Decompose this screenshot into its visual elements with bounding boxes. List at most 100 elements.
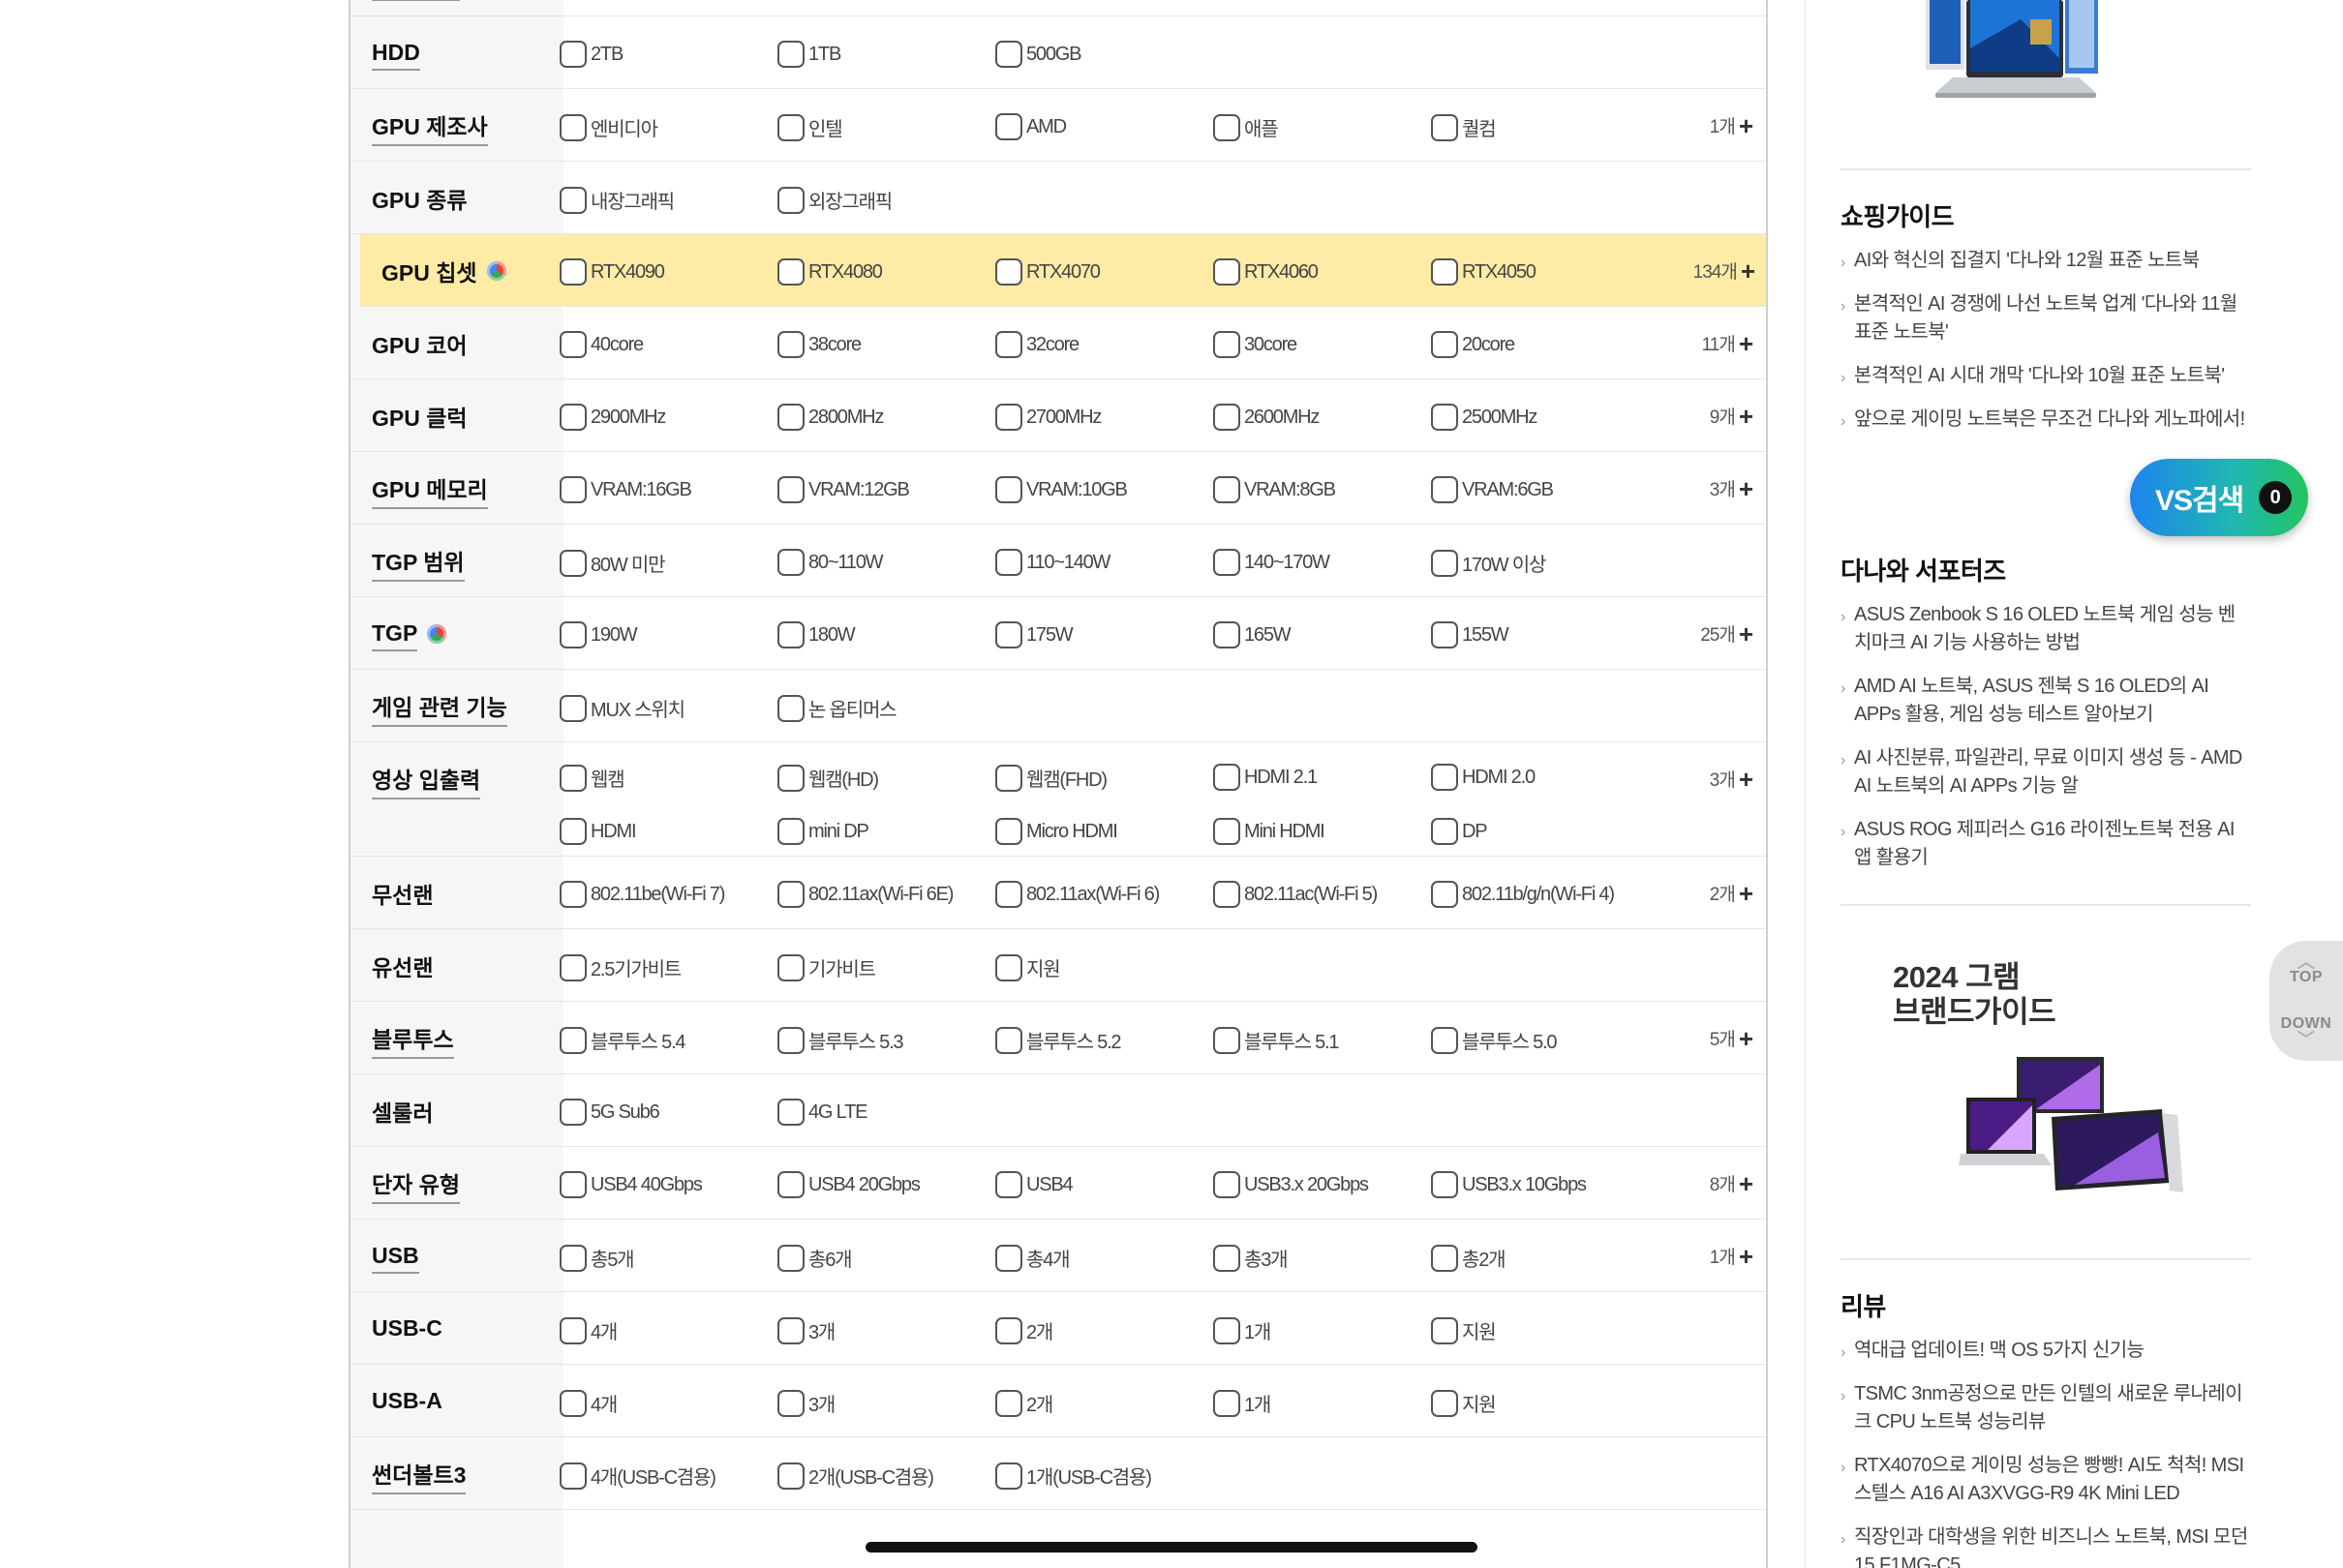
filter-option[interactable]: VRAM:10GB	[995, 476, 1128, 503]
checkbox[interactable]	[995, 1316, 1022, 1344]
checkbox[interactable]	[1213, 764, 1240, 791]
filter-option[interactable]: 웹캠	[560, 764, 625, 792]
filter-option[interactable]: 엔비디아	[560, 113, 658, 141]
article-link[interactable]: › AMD AI 노트북, ASUS 젠북 S 16 OLED의 AI APPs …	[1841, 673, 2251, 729]
checkbox[interactable]	[560, 113, 587, 141]
more-options-button[interactable]: 9개 +	[1710, 379, 1753, 452]
article-link[interactable]: › AI와 혁신의 집결지 '다나와 12월 표준 노트북	[1841, 247, 2251, 275]
filter-option[interactable]: 2800MHz	[777, 404, 884, 431]
checkbox[interactable]	[777, 621, 805, 648]
scroll-down-button[interactable]: DOWN ﹀	[2269, 1001, 2343, 1061]
filter-label[interactable]: TGP 범위	[372, 525, 465, 597]
checkbox[interactable]	[995, 881, 1022, 908]
filter-option[interactable]: Mini HDMI	[1213, 818, 1325, 845]
filter-option[interactable]: 165W	[1213, 621, 1292, 648]
filter-option[interactable]: 30core	[1213, 331, 1297, 358]
article-link[interactable]: › ASUS ROG 제피러스 G16 라이젠노트북 전용 AI 앱 활용기	[1841, 816, 2251, 872]
checkbox[interactable]	[995, 113, 1022, 140]
checkbox[interactable]	[777, 331, 805, 358]
filter-option[interactable]: 80~110W	[777, 549, 884, 576]
more-options-button[interactable]: 3개 +	[1710, 742, 1753, 815]
checkbox[interactable]	[777, 953, 805, 981]
more-options-button[interactable]: 134개 +	[1693, 234, 1755, 307]
checkbox[interactable]	[777, 1026, 805, 1054]
checkbox[interactable]	[1431, 621, 1458, 648]
filter-label[interactable]: 블루투스	[372, 1002, 454, 1074]
filter-label[interactable]: 저장 슬롯	[372, 0, 461, 16]
filter-option[interactable]: 155W	[1431, 621, 1509, 648]
checkbox[interactable]	[1431, 881, 1458, 908]
filter-option[interactable]: 802.11ax(Wi-Fi 6E)	[777, 881, 954, 908]
filter-option[interactable]: 인텔	[777, 113, 843, 141]
checkbox[interactable]	[777, 818, 805, 845]
brand-guide-banner[interactable]: 2024 그램 브랜드가이드	[1841, 920, 2251, 1239]
checkbox[interactable]	[1213, 476, 1240, 503]
checkbox[interactable]	[560, 41, 587, 68]
filter-option[interactable]: 802.11be(Wi-Fi 7)	[560, 881, 725, 908]
checkbox[interactable]	[995, 621, 1022, 648]
filter-option[interactable]: 지원	[995, 953, 1061, 981]
filter-option[interactable]: 블루투스 5.2	[995, 1026, 1122, 1054]
checkbox[interactable]	[560, 1244, 587, 1272]
filter-option[interactable]: 웹캠(FHD)	[995, 764, 1108, 792]
article-link[interactable]: › 본격적인 AI 시대 개막 '다나와 10월 표준 노트북'	[1841, 362, 2251, 390]
more-options-button[interactable]: 11개 +	[1702, 307, 1753, 379]
checkbox[interactable]	[560, 1316, 587, 1344]
filter-option[interactable]: RTX4060	[1213, 258, 1319, 286]
checkbox[interactable]	[1431, 404, 1458, 431]
filter-option[interactable]: 퀄컴	[1431, 113, 1497, 141]
article-link[interactable]: › AI 사진분류, 파일관리, 무료 이미지 생성 등 - AMD AI 노트북…	[1841, 744, 2251, 800]
filter-option[interactable]: 170W 이상	[1431, 549, 1546, 577]
filter-option[interactable]: 총3개	[1213, 1244, 1289, 1272]
checkbox[interactable]	[1431, 331, 1458, 358]
checkbox[interactable]	[995, 258, 1022, 286]
checkbox[interactable]	[777, 404, 805, 431]
checkbox[interactable]	[560, 953, 587, 981]
filter-label[interactable]: GPU 제조사	[372, 89, 488, 162]
filter-option[interactable]: RTX4070	[995, 258, 1101, 286]
checkbox[interactable]	[1213, 1026, 1240, 1054]
filter-option[interactable]: 총2개	[1431, 1244, 1506, 1272]
checkbox[interactable]	[560, 694, 587, 722]
checkbox[interactable]	[1431, 476, 1458, 503]
filter-option[interactable]: 802.11ax(Wi-Fi 6)	[995, 881, 1160, 908]
checkbox[interactable]	[560, 881, 587, 908]
checkbox[interactable]	[1213, 1389, 1240, 1417]
checkbox[interactable]	[560, 764, 587, 792]
more-options-button[interactable]: 2개 +	[1710, 857, 1753, 929]
checkbox[interactable]	[1213, 549, 1240, 576]
filter-option[interactable]: 190W	[560, 621, 638, 648]
filter-option[interactable]: RTX4050	[1431, 258, 1537, 286]
checkbox[interactable]	[777, 41, 805, 68]
checkbox[interactable]	[1431, 1244, 1458, 1272]
checkbox[interactable]	[995, 331, 1022, 358]
checkbox[interactable]	[995, 549, 1022, 576]
checkbox[interactable]	[1213, 1171, 1240, 1198]
checkbox[interactable]	[995, 953, 1022, 981]
checkbox[interactable]	[995, 1171, 1022, 1198]
filter-option[interactable]: 지원	[1431, 1389, 1497, 1417]
filter-option[interactable]: VRAM:8GB	[1213, 476, 1336, 503]
filter-label[interactable]: TGP	[372, 597, 447, 670]
filter-option[interactable]: RTX4080	[777, 258, 883, 286]
checkbox[interactable]	[560, 1389, 587, 1417]
filter-option[interactable]: 2500MHz	[1431, 404, 1537, 431]
checkbox[interactable]	[1213, 1244, 1240, 1272]
filter-option[interactable]: 블루투스 5.3	[777, 1026, 904, 1054]
article-link[interactable]: › 직장인과 대학생을 위한 비즈니스 노트북, MSI 모던 15 F1MG-C…	[1841, 1523, 2251, 1568]
checkbox[interactable]	[1431, 1171, 1458, 1198]
filter-label[interactable]: USB	[372, 1220, 419, 1292]
filter-option[interactable]: 110~140W	[995, 549, 1111, 576]
article-link[interactable]: › RTX4070으로 게이밍 성능은 빵빵! AI도 척척! MSI 스텔스 A…	[1841, 1452, 2251, 1508]
filter-option[interactable]: 블루투스 5.4	[560, 1026, 686, 1054]
checkbox[interactable]	[1431, 764, 1458, 791]
filter-option[interactable]: 2.5기가비트	[560, 953, 682, 981]
checkbox[interactable]	[777, 694, 805, 722]
checkbox[interactable]	[777, 186, 805, 214]
filter-option[interactable]: 애플	[1213, 113, 1279, 141]
filter-label[interactable]: 단자 유형	[372, 1147, 461, 1220]
filter-option[interactable]: 2개(USB-C겸용)	[777, 1462, 934, 1490]
checkbox[interactable]	[1431, 258, 1458, 286]
filter-option[interactable]: 2개	[995, 1389, 1053, 1417]
checkbox[interactable]	[560, 818, 587, 845]
